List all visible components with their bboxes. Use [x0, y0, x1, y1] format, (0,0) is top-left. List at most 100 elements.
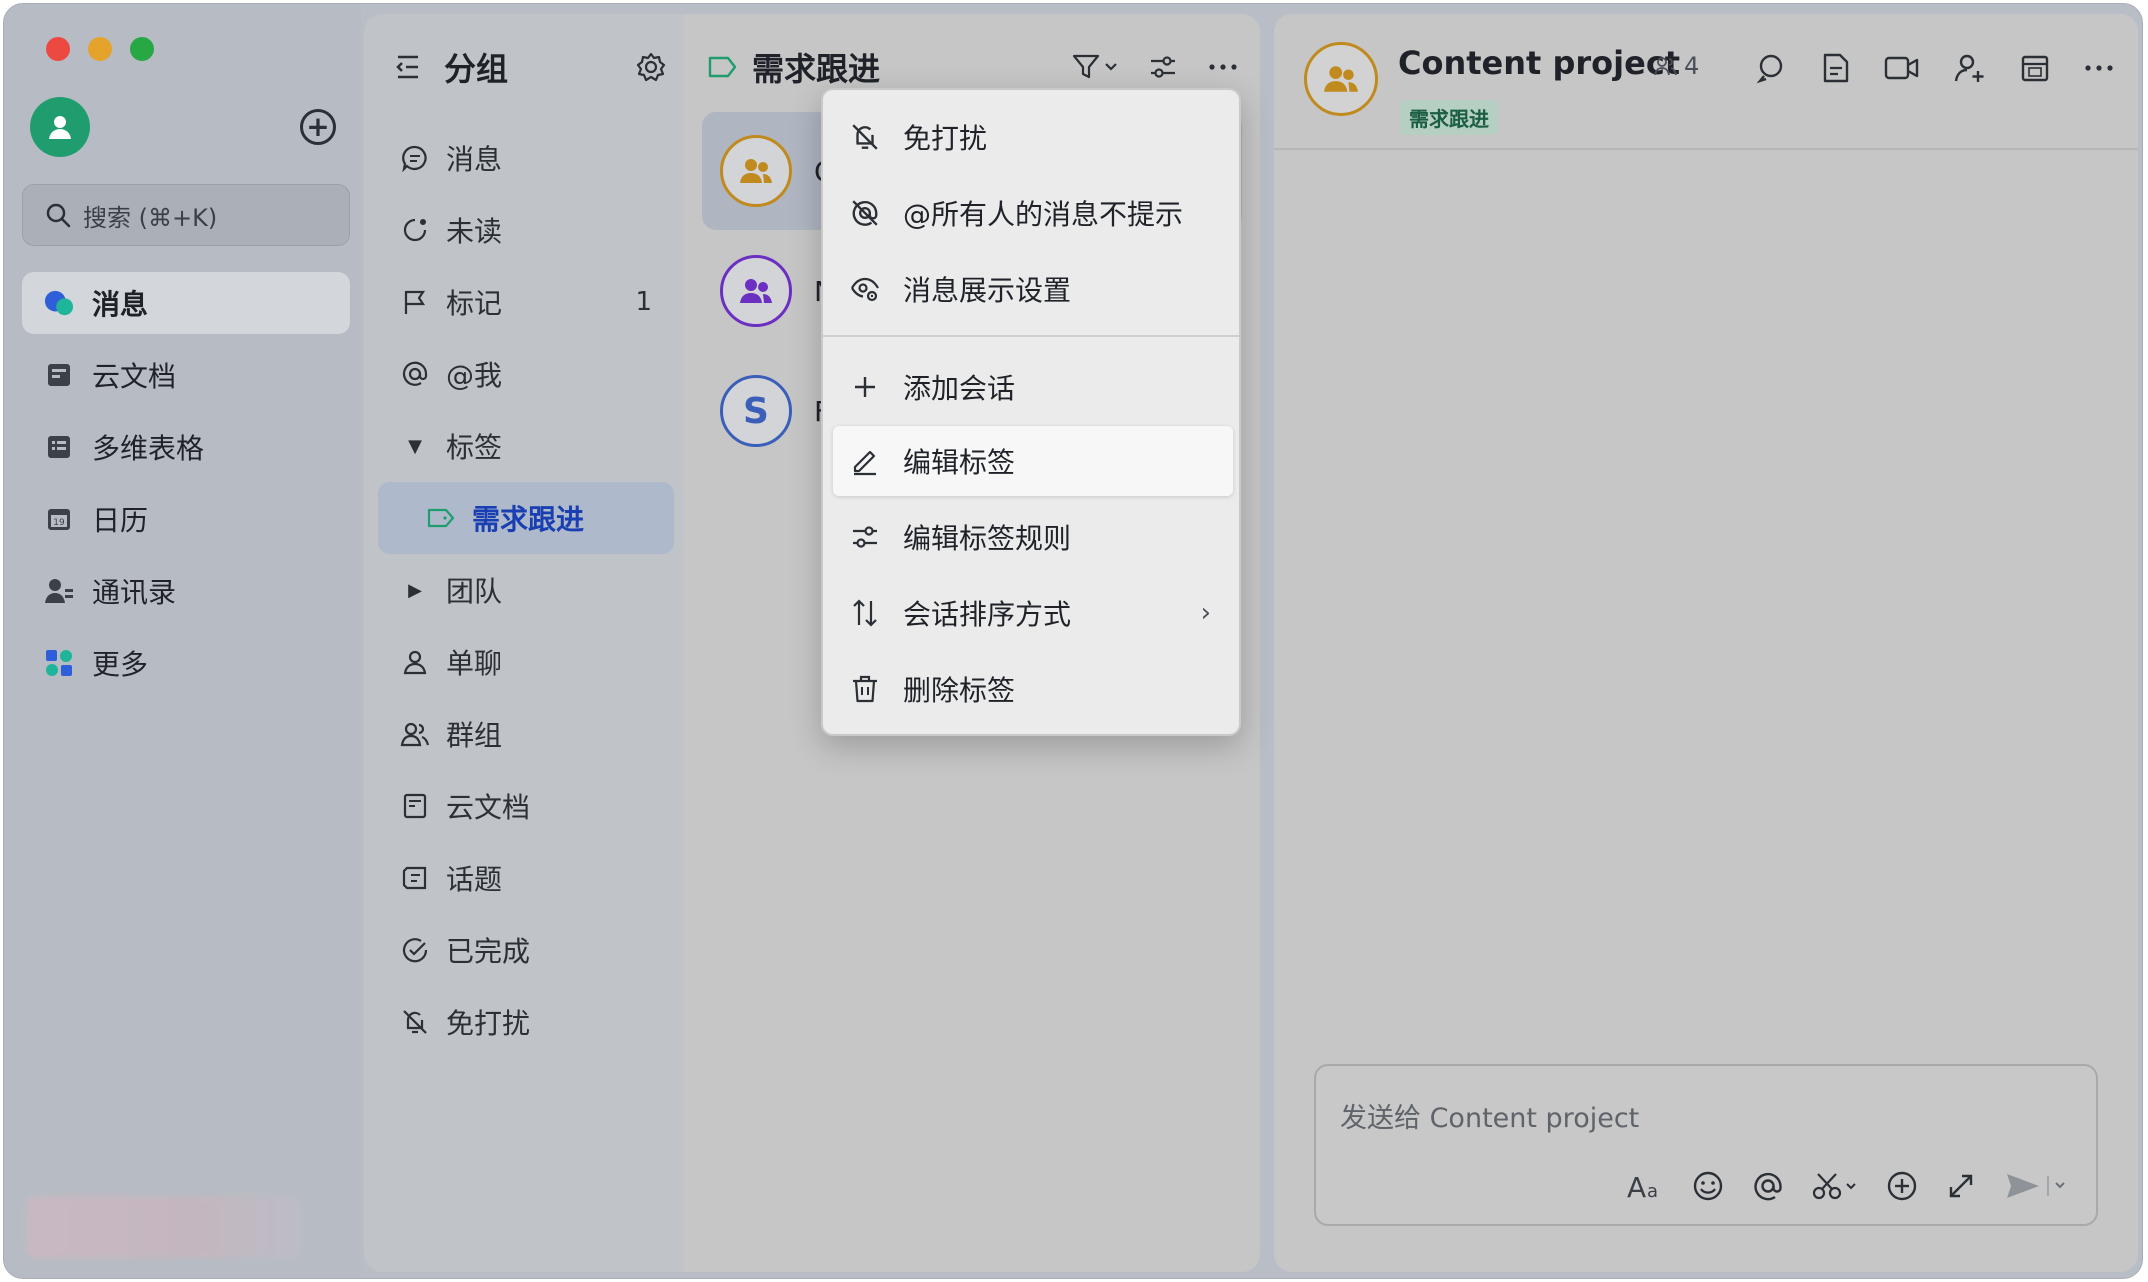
calendar-icon[interactable]	[2020, 53, 2050, 83]
mention-icon[interactable]	[1752, 1170, 1784, 1202]
tag-icon	[708, 56, 737, 78]
svg-text:A: A	[1627, 1171, 1646, 1201]
menu-item-mute-at-all[interactable]: @所有人的消息不提示	[833, 178, 1233, 248]
emoji-icon[interactable]	[1692, 1170, 1724, 1202]
member-count[interactable]: 4	[1654, 52, 1699, 80]
group-item-direct[interactable]: 单聊	[378, 626, 674, 698]
menu-item-sort-order[interactable]: 会话排序方式 ›	[833, 578, 1233, 648]
blurred-profile-area	[26, 1196, 302, 1258]
groups-panel: 分组 消息 未读 标记 1 @我 ▼ 标签 需求跟进 ▶ 团队 单聊 群组 云文…	[364, 14, 684, 1272]
minimize-window-button[interactable]	[88, 37, 112, 61]
rail-item-calendar[interactable]: 19 日历	[22, 488, 350, 550]
send-button[interactable]	[2004, 1170, 2068, 1202]
group-item-topics[interactable]: 话题	[378, 842, 674, 914]
group-item-flagged[interactable]: 标记 1	[378, 266, 674, 338]
plus-circle-icon[interactable]	[1886, 1170, 1918, 1202]
create-button[interactable]: +	[300, 109, 336, 145]
group-item-done[interactable]: 已完成	[378, 914, 674, 986]
person-icon	[49, 116, 71, 139]
close-window-button[interactable]	[46, 37, 70, 61]
flag-count: 1	[635, 287, 652, 317]
menu-item-label: 消息展示设置	[903, 274, 1072, 307]
menu-item-add-chat[interactable]: 添加会话	[833, 352, 1233, 422]
rail-item-docs[interactable]: 云文档	[22, 344, 350, 406]
collapse-sidebar-icon[interactable]	[396, 54, 426, 80]
chat-tag-badge[interactable]: 需求跟进	[1400, 100, 1498, 135]
search-chat-icon[interactable]	[1756, 52, 1788, 84]
search-placeholder: 搜索 (⌘+K)	[83, 203, 218, 232]
add-member-icon[interactable]	[1954, 52, 1986, 84]
left-rail: + 搜索 (⌘+K) 消息 云文档 多维表格 19 日历 通讯录 更多	[4, 4, 361, 1278]
menu-item-edit-tag[interactable]: 编辑标签	[833, 426, 1233, 496]
message-composer[interactable]: 发送给 Content project Aa	[1314, 1064, 2098, 1226]
menu-item-edit-tag-rules[interactable]: 编辑标签规则	[833, 502, 1233, 572]
gear-icon[interactable]	[636, 52, 666, 82]
chat-panel: Content project 4 需求跟进 发送给 Content proje…	[1274, 14, 2138, 1272]
people-icon	[398, 717, 432, 751]
caret-down-icon[interactable]: ▼	[398, 429, 432, 463]
people-icon	[1324, 66, 1358, 92]
tag-icon	[424, 501, 458, 535]
composer-tools: Aa	[1626, 1170, 2068, 1202]
at-icon	[398, 357, 432, 391]
menu-item-mute[interactable]: 免打扰	[833, 102, 1233, 172]
chevron-right-icon: ›	[1200, 598, 1211, 628]
search-icon	[46, 203, 71, 228]
group-item-mentions[interactable]: @我	[378, 338, 674, 410]
menu-item-label: @所有人的消息不提示	[903, 198, 1184, 231]
member-count-value: 4	[1684, 52, 1700, 80]
svg-text:19: 19	[53, 518, 65, 528]
group-item-label: 消息	[446, 143, 503, 176]
user-avatar: S	[720, 375, 792, 447]
rail-item-bitable[interactable]: 多维表格	[22, 416, 350, 478]
menu-item-display-settings[interactable]: 消息展示设置	[833, 254, 1233, 324]
message-icon	[398, 141, 432, 175]
rail-item-contacts[interactable]: 通讯录	[22, 560, 350, 622]
bell-off-icon	[398, 1005, 432, 1039]
person-icon	[398, 645, 432, 679]
bell-off-icon	[849, 121, 881, 153]
group-item-tag-demand[interactable]: 需求跟进	[378, 482, 674, 554]
app-window: + 搜索 (⌘+K) 消息 云文档 多维表格 19 日历 通讯录 更多 分组 消…	[3, 3, 2143, 1279]
tag-context-menu: 免打扰 @所有人的消息不提示 消息展示设置 添加会话 编辑标签 编辑标签规则 会…	[821, 88, 1241, 736]
group-item-dnd[interactable]: 免打扰	[378, 986, 674, 1058]
group-item-unread[interactable]: 未读	[378, 194, 674, 266]
more-icon[interactable]	[2084, 63, 2114, 73]
group-item-tags[interactable]: ▼ 标签	[378, 410, 674, 482]
rail-item-more[interactable]: 更多	[22, 632, 350, 694]
people-icon	[740, 279, 772, 303]
video-icon[interactable]	[1884, 54, 1920, 82]
groups-list: 消息 未读 标记 1 @我 ▼ 标签 需求跟进 ▶ 团队 单聊 群组 云文档 话…	[378, 122, 674, 1058]
menu-divider	[823, 335, 1239, 337]
menu-item-label: 编辑标签规则	[903, 522, 1072, 555]
expand-icon[interactable]	[1946, 1171, 1976, 1201]
menu-item-delete-tag[interactable]: 删除标签	[833, 654, 1233, 724]
filter-icon[interactable]	[1072, 53, 1118, 81]
group-item-label: 未读	[446, 215, 503, 248]
user-avatar[interactable]	[30, 97, 90, 157]
more-icon[interactable]	[1208, 62, 1238, 72]
sliders-icon	[849, 521, 881, 553]
group-item-label: 单聊	[446, 647, 503, 680]
group-item-team[interactable]: ▶ 团队	[378, 554, 674, 626]
group-item-groups[interactable]: 群组	[378, 698, 674, 770]
chat-title[interactable]: Content project	[1398, 44, 1680, 82]
group-item-messages[interactable]: 消息	[378, 122, 674, 194]
group-item-label: 免打扰	[446, 1007, 531, 1040]
caret-right-icon[interactable]: ▶	[398, 573, 432, 607]
group-avatar	[720, 255, 792, 327]
zoom-window-button[interactable]	[130, 37, 154, 61]
search-input[interactable]: 搜索 (⌘+K)	[22, 184, 350, 246]
rail-item-label: 通讯录	[92, 576, 177, 609]
text-format-icon[interactable]: Aa	[1626, 1171, 1664, 1201]
rail-item-messages[interactable]: 消息	[22, 272, 350, 334]
screenshot-icon[interactable]	[1812, 1171, 1858, 1201]
doc-icon[interactable]	[1822, 52, 1850, 84]
sort-icon	[849, 597, 881, 629]
group-avatar	[720, 135, 792, 207]
group-item-docs[interactable]: 云文档	[378, 770, 674, 842]
menu-item-label: 编辑标签	[903, 446, 1016, 479]
group-avatar[interactable]	[1304, 42, 1378, 116]
sliders-icon[interactable]	[1148, 53, 1178, 81]
rail-item-label: 更多	[92, 648, 149, 681]
